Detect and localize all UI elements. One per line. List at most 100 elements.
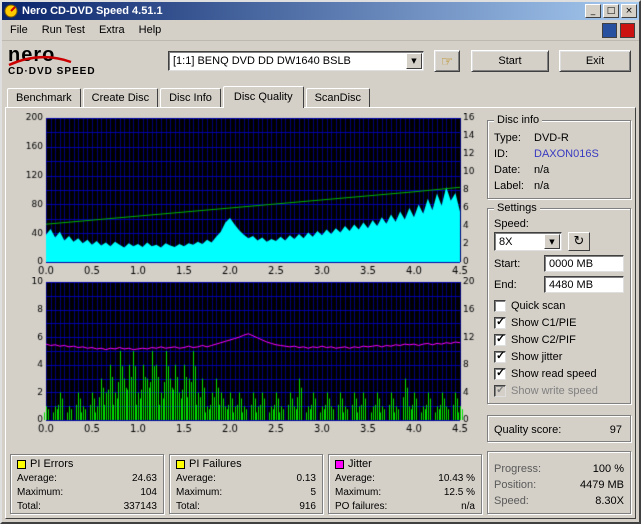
app-icon [4,4,18,18]
settings-title: Settings [494,202,540,214]
progress-value: 100 % [592,463,624,475]
pi-errors-panel: PI Errors Average: 24.63 Maximum: 104 Tota… [10,454,164,514]
nero-logo-swoosh-icon [8,55,72,67]
quality-score-value: 97 [609,424,622,436]
checkbox-box[interactable] [494,349,506,363]
speed-readout-value: 8.30X [595,495,624,507]
stat-label: Maximum: [17,487,64,498]
tab-disc-info[interactable]: Disc Info [160,88,221,107]
checkbox-label: Show C2/PIF [511,333,576,346]
drive-select[interactable]: [1:1] BENQ DVD DD DW1640 BSLB ▼ [168,51,424,71]
stat-label: PO failures: [335,501,388,512]
tabstrip: Benchmark Create Disc Disc Info Disc Qua… [2,81,639,108]
settings-group: Settings Speed: 8X ▼ ↻ Start: 0000 MB En… [487,202,631,404]
menu-file[interactable]: File [3,21,35,39]
menu-extra[interactable]: Extra [92,21,132,39]
end-position-label: End: [494,278,517,291]
quality-score-group: Quality score: 97 [487,415,631,442]
hand-icon: ☞ [440,52,454,69]
disc-type-value: DVD-R [534,132,569,144]
pi-failures-color-chip [176,459,185,469]
stat-label: Average: [17,473,57,484]
stat-value: 337143 [123,501,157,512]
speed-select[interactable]: 8X ▼ [494,232,562,251]
nero-logo: nero CD·DVD SPEED [8,45,158,77]
stat-value: 10.43 % [438,473,475,484]
jitter-color-chip [335,459,344,469]
refresh-icon: ↻ [573,234,585,249]
app-window: Nero CD-DVD Speed 4.51.1 _ □ × File Run … [0,0,641,524]
checkbox-box[interactable] [494,315,506,329]
tab-disc-quality[interactable]: Disc Quality [222,86,304,108]
speed-select-value: 8X [499,235,513,248]
stat-value: 916 [299,501,316,512]
stat-label: Average: [176,473,216,484]
side-column: Disc info Type: DVD-R ID: DAXON016S Date: n… [487,113,631,514]
end-position-input[interactable]: 4480 MB [544,276,624,293]
start-position-input[interactable]: 0000 MB [544,255,624,272]
checkbox-show-c2-pif[interactable]: Show C2/PIF [494,331,624,348]
checkbox-box [494,383,506,397]
eject-hand-button[interactable]: ☞ [434,50,460,72]
checkbox-show-c1-pie[interactable]: Show C1/PIE [494,314,624,331]
menu-help[interactable]: Help [132,21,169,39]
quality-score-label: Quality score: [494,424,562,436]
exit-button[interactable]: Exit [559,50,631,72]
maximize-button[interactable]: □ [603,4,619,18]
checkbox-label: Show jitter [511,350,563,363]
book-icon[interactable] [602,22,617,38]
stat-value: 12.5 % [443,487,475,498]
pi-failures-title: PI Failures [189,458,242,470]
toolbar: nero CD·DVD SPEED [1:1] BENQ DVD DD DW16… [2,41,639,81]
tab-benchmark[interactable]: Benchmark [7,88,81,107]
checkbox-show-read-speed[interactable]: Show read speed [494,365,624,382]
stat-label: Total: [17,501,41,512]
start-button[interactable]: Start [471,50,549,72]
stat-value: 5 [310,487,316,498]
checkbox-quick-scan[interactable]: Quick scan [494,297,624,314]
stat-value: 24.63 [131,473,157,484]
checkbox-show-jitter[interactable]: Show jitter [494,348,624,365]
disc-date-label: Date: [494,164,521,176]
checkbox-label: Show read speed [511,367,597,380]
checkbox-box[interactable] [494,299,506,312]
refresh-button[interactable]: ↻ [568,232,590,251]
window-title: Nero CD-DVD Speed 4.51.1 [22,5,163,17]
menu-run-test[interactable]: Run Test [35,21,92,39]
position-label: Position: [494,479,537,491]
chevron-down-icon[interactable]: ▼ [544,234,560,249]
drive-select-value: [1:1] BENQ DVD DD DW1640 BSLB [173,55,351,67]
disc-type-label: Type: [494,132,521,144]
nero-badge-icon[interactable] [620,22,635,38]
disc-info-group: Disc info Type: DVD-R ID: DAXON016S Date: n… [487,114,631,199]
progress-group: Progress: 100 % Position: 4479 MB Speed: 8.… [487,451,631,514]
disc-info-title: Disc info [494,114,543,126]
tab-create-disc[interactable]: Create Disc [82,88,159,107]
stats-row: PI Errors Average: 24.63 Maximum: 104 Tota… [10,454,482,514]
tab-scandisc[interactable]: ScanDisc [305,88,371,107]
start-position-label: Start: [494,257,521,270]
chevron-down-icon[interactable]: ▼ [406,53,422,69]
progress-label: Progress: [494,463,542,475]
minimize-button[interactable]: _ [585,4,601,18]
disc-quality-page: PI Errors Average: 24.63 Maximum: 104 Tota… [5,107,636,519]
disc-label-label: Label: [494,180,524,192]
checkbox-label: Show write speed [511,384,598,397]
disc-id-value[interactable]: DAXON016S [534,146,599,162]
close-button[interactable]: × [621,4,637,18]
nero-logo-subtitle: CD·DVD SPEED [8,66,96,77]
checkbox-box[interactable] [494,366,506,380]
checkbox-label: Quick scan [511,299,566,312]
checkbox-box[interactable] [494,332,506,346]
checkbox-label: Show C1/PIE [511,316,577,329]
checkbox-show-write-speed: Show write speed [494,382,624,399]
stat-label: Maximum: [176,487,223,498]
pi-errors-chart [10,113,482,277]
stat-label: Maximum: [335,487,382,498]
stat-label: Average: [335,473,375,484]
speed-readout-label: Speed: [494,495,529,507]
charts-column: PI Errors Average: 24.63 Maximum: 104 Tota… [10,113,482,514]
stat-label: Total: [176,501,200,512]
pi-errors-color-chip [17,459,26,469]
position-value: 4479 MB [579,479,624,491]
